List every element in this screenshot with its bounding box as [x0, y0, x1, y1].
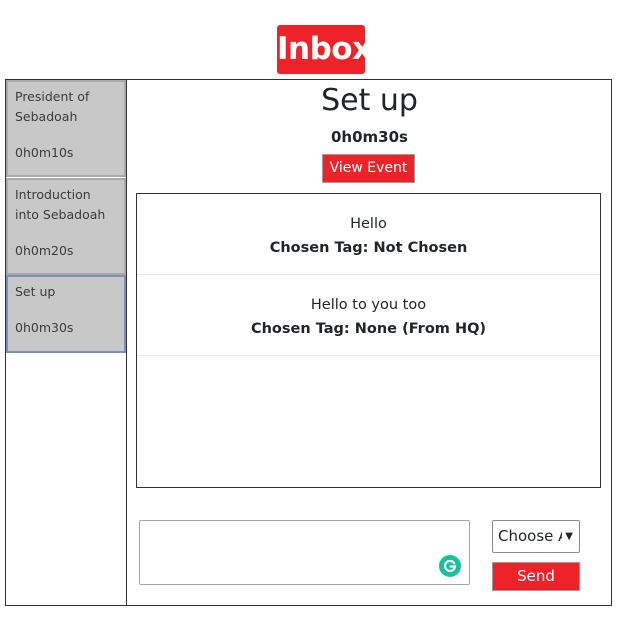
sidebar-item-time: 0h0m20s — [15, 243, 74, 258]
event-title: Set up — [321, 83, 418, 118]
tag-select-value: Choose A — [498, 527, 562, 545]
inbox-title: Inbox — [277, 25, 372, 74]
sidebar-item-title: Introduction into Sebadoah — [15, 187, 106, 222]
view-event-button[interactable]: View Event — [322, 154, 415, 183]
message-item: Hello to you too Chosen Tag: None (From … — [137, 275, 600, 356]
event-timer: 0h0m30s — [331, 128, 408, 146]
sidebar-item-title: Set up — [15, 284, 56, 299]
dropdown-arrow-icon: ▼ — [565, 531, 573, 542]
sidebar-item-introduction-into-sebadoah[interactable]: Introduction into Sebadoah 0h0m20s — [6, 178, 126, 275]
message-list[interactable]: Hello Chosen Tag: Not Chosen Hello to yo… — [136, 193, 601, 488]
message-text: Hello — [350, 216, 387, 232]
message-tag: Chosen Tag: None (From HQ) — [250, 321, 487, 337]
sidebar-item-set-up[interactable]: Set up 0h0m30s — [6, 275, 126, 353]
message-text: Hello to you too — [310, 297, 427, 313]
message-tag: Chosen Tag: Not Chosen — [269, 240, 468, 256]
grammar-assistant-icon[interactable] — [439, 555, 461, 577]
sidebar-item-president-of-sebadoah[interactable]: President of Sebadoah 0h0m10s — [6, 80, 126, 177]
sidebar: President of Sebadoah 0h0m10s Introducti… — [5, 79, 127, 606]
sidebar-item-time: 0h0m10s — [15, 145, 74, 160]
tag-select[interactable]: Choose A ▼ — [492, 520, 580, 553]
message-input[interactable] — [139, 520, 470, 585]
message-item: Hello Chosen Tag: Not Chosen — [137, 194, 600, 275]
send-button[interactable]: Send — [492, 562, 580, 591]
sidebar-item-time: 0h0m30s — [15, 320, 74, 335]
sidebar-item-title: President of Sebadoah — [15, 89, 90, 124]
